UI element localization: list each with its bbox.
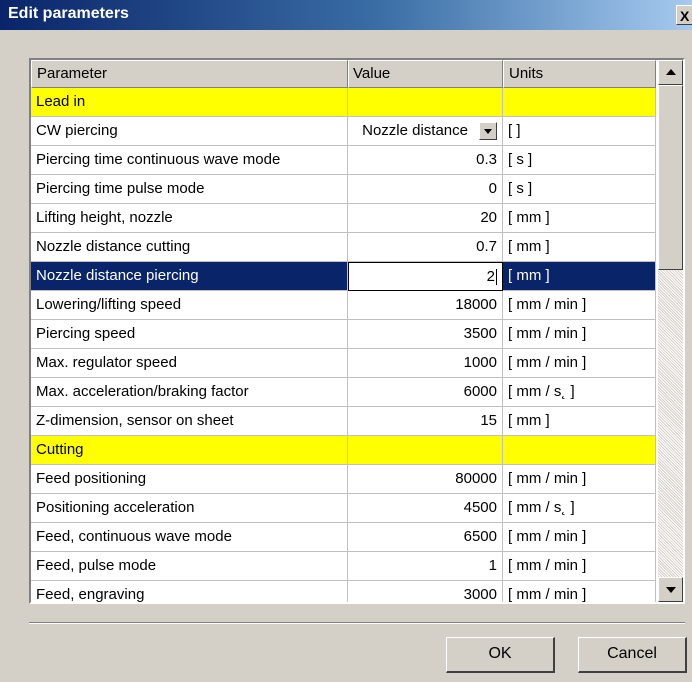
units-cell xyxy=(503,88,656,117)
ok-button[interactable]: OK xyxy=(446,637,555,673)
units-cell: [ mm / min ] xyxy=(503,552,656,581)
table-row[interactable]: Piercing time continuous wave mode 0.3[ s… xyxy=(31,146,656,175)
dropdown-selected-value: Nozzle distance xyxy=(362,122,468,139)
scroll-up-button[interactable] xyxy=(658,60,683,85)
table-row[interactable]: Feed, engraving 3000[ mm / min ] xyxy=(31,581,656,602)
units-cell: [ mm ] xyxy=(503,204,656,233)
parameter-cell: Nozzle distance piercing xyxy=(31,262,348,291)
parameter-cell: Cutting xyxy=(31,436,348,465)
value-cell[interactable]: 20 xyxy=(348,204,503,233)
table-row[interactable]: Nozzle distance cutting 0.7[ mm ] xyxy=(31,233,656,262)
value-cell[interactable]: 80000 xyxy=(348,465,503,494)
value-cell[interactable] xyxy=(348,436,503,465)
table-row[interactable]: Feed positioning 80000[ mm / min ] xyxy=(31,465,656,494)
value-cell[interactable] xyxy=(348,88,503,117)
parameter-cell: Lifting height, nozzle xyxy=(31,204,348,233)
parameter-cell: Feed, pulse mode xyxy=(31,552,348,581)
table-row[interactable]: Piercing speed 3500[ mm / min ] xyxy=(31,320,656,349)
scroll-thumb[interactable] xyxy=(658,85,683,270)
units-cell: [ mm / s˛ ] xyxy=(503,378,656,407)
value-cell[interactable]: 6500 xyxy=(348,523,503,552)
column-header-value[interactable]: Value xyxy=(348,60,503,88)
chevron-down-icon xyxy=(484,129,492,134)
units-cell: [ mm / min ] xyxy=(503,523,656,552)
value-edit-field[interactable]: 2 xyxy=(348,262,503,291)
value-cell[interactable]: 4500 xyxy=(348,494,503,523)
parameter-cell: Positioning acceleration xyxy=(31,494,348,523)
value-edit-text: 2 xyxy=(486,268,495,285)
value-cell[interactable]: 0.7 xyxy=(348,233,503,262)
close-button[interactable]: X xyxy=(676,5,692,25)
units-cell: [ mm / min ] xyxy=(503,349,656,378)
arrow-up-icon xyxy=(666,69,676,75)
table-row[interactable]: Lifting height, nozzle 20[ mm ] xyxy=(31,204,656,233)
parameter-cell: Lead in xyxy=(31,88,348,117)
parameter-grid: Parameter Value Units Lead in CW piercing… xyxy=(29,58,685,604)
table-row[interactable]: Nozzle distance piercing 2 [ mm ] xyxy=(31,262,656,291)
value-cell[interactable]: 1000 xyxy=(348,349,503,378)
divider-highlight xyxy=(29,623,685,624)
vertical-scrollbar[interactable] xyxy=(658,60,683,602)
units-cell xyxy=(503,436,656,465)
table-row[interactable]: Max. regulator speed 1000[ mm / min ] xyxy=(31,349,656,378)
dialog-title: Edit parameters xyxy=(8,5,129,22)
units-cell: [ s ] xyxy=(503,175,656,204)
parameter-cell: Max. acceleration/braking factor xyxy=(31,378,348,407)
table-row[interactable]: Max. acceleration/braking factor 6000[ mm… xyxy=(31,378,656,407)
dropdown-button[interactable] xyxy=(479,122,497,140)
column-header-parameter[interactable]: Parameter xyxy=(31,60,348,88)
scroll-down-button[interactable] xyxy=(658,577,683,602)
arrow-down-icon xyxy=(666,587,676,593)
parameter-cell: CW piercing xyxy=(31,117,348,146)
parameter-cell: Feed, engraving xyxy=(31,581,348,602)
value-cell[interactable]: 3500 xyxy=(348,320,503,349)
section-row[interactable]: Lead in xyxy=(31,88,656,117)
parameter-cell: Piercing time pulse mode xyxy=(31,175,348,204)
units-cell: [ mm ] xyxy=(503,407,656,436)
value-cell[interactable]: 18000 xyxy=(348,291,503,320)
units-cell: [ mm ] xyxy=(503,262,656,291)
section-row[interactable]: Cutting xyxy=(31,436,656,465)
units-cell: [ mm / min ] xyxy=(503,581,656,602)
parameter-cell: Max. regulator speed xyxy=(31,349,348,378)
table-row[interactable]: Piercing time pulse mode 0[ s ] xyxy=(31,175,656,204)
units-cell: [ mm / min ] xyxy=(503,465,656,494)
units-cell: [ mm / min ] xyxy=(503,320,656,349)
text-caret xyxy=(496,269,497,286)
table-row[interactable]: Lowering/lifting speed 18000[ mm / min ] xyxy=(31,291,656,320)
parameter-cell: Nozzle distance cutting xyxy=(31,233,348,262)
table-row[interactable]: Feed, pulse mode 1[ mm / min ] xyxy=(31,552,656,581)
dialog-titlebar: Edit parameters X xyxy=(0,0,692,30)
value-cell[interactable]: 3000 xyxy=(348,581,503,602)
parameter-cell: Lowering/lifting speed xyxy=(31,291,348,320)
cancel-button[interactable]: Cancel xyxy=(578,637,687,673)
table-row[interactable]: CW piercing Nozzle distance [ ] xyxy=(31,117,656,146)
grid-header-row: Parameter Value Units xyxy=(31,60,656,88)
parameter-cell: Piercing speed xyxy=(31,320,348,349)
table-row[interactable]: Positioning acceleration 4500[ mm / s˛ ] xyxy=(31,494,656,523)
parameter-cell: Piercing time continuous wave mode xyxy=(31,146,348,175)
units-cell: [ mm ] xyxy=(503,233,656,262)
units-cell: [ mm / s˛ ] xyxy=(503,494,656,523)
units-cell: [ ] xyxy=(503,117,656,146)
table-row[interactable]: Z-dimension, sensor on sheet 15[ mm ] xyxy=(31,407,656,436)
parameter-cell: Feed, continuous wave mode xyxy=(31,523,348,552)
value-cell[interactable]: 6000 xyxy=(348,378,503,407)
value-cell[interactable]: 15 xyxy=(348,407,503,436)
units-cell: [ s ] xyxy=(503,146,656,175)
value-dropdown[interactable]: Nozzle distance xyxy=(348,117,503,146)
units-cell: [ mm / min ] xyxy=(503,291,656,320)
value-cell[interactable]: 0.3 xyxy=(348,146,503,175)
parameter-cell: Z-dimension, sensor on sheet xyxy=(31,407,348,436)
parameter-cell: Feed positioning xyxy=(31,465,348,494)
value-cell[interactable]: 0 xyxy=(348,175,503,204)
table-row[interactable]: Feed, continuous wave mode 6500[ mm / min… xyxy=(31,523,656,552)
value-cell[interactable]: 1 xyxy=(348,552,503,581)
column-header-units[interactable]: Units xyxy=(503,60,656,88)
